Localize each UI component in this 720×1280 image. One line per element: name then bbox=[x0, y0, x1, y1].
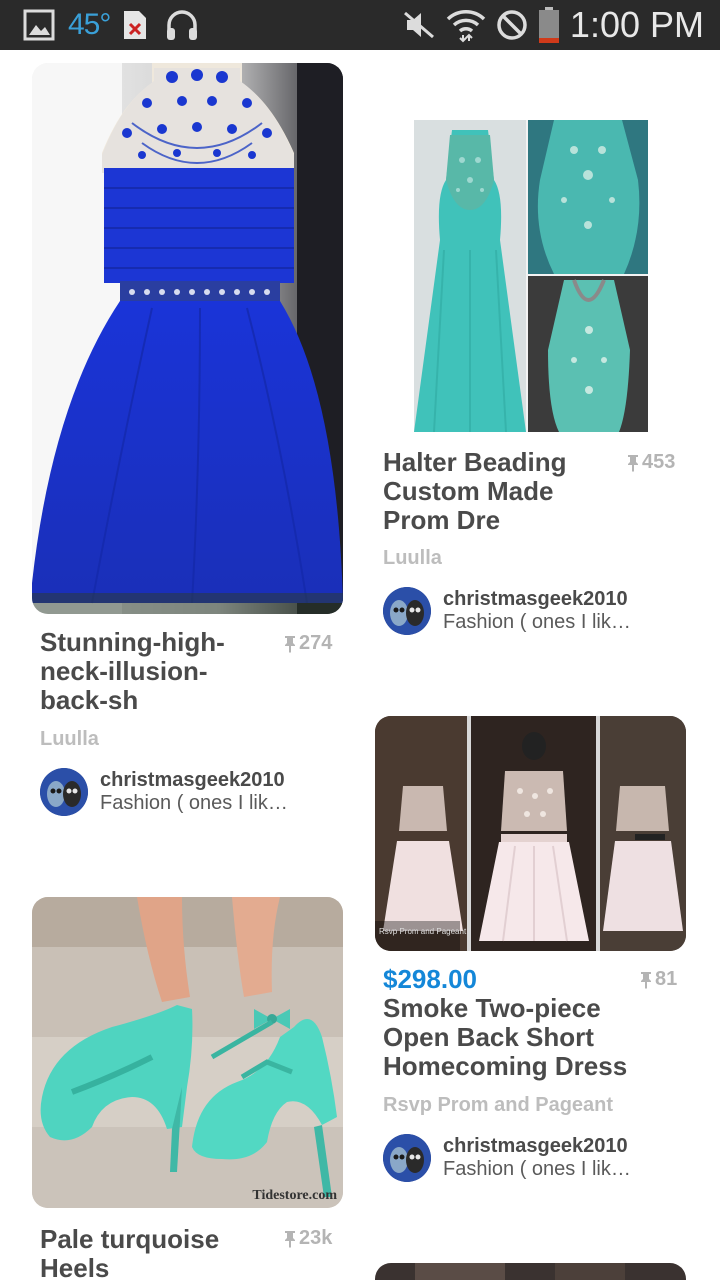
blocked-icon bbox=[496, 0, 528, 50]
pin-image-royal-blue-dress[interactable] bbox=[32, 63, 343, 614]
file-error-icon bbox=[122, 0, 148, 50]
headphones-icon bbox=[164, 0, 200, 50]
pinner-attribution[interactable]: christmasgeek2010 Fashion ( ones I lik… bbox=[383, 587, 631, 635]
pin-title[interactable]: Pale turquoise Heels bbox=[40, 1225, 275, 1280]
status-bar: 45° 1:00 PM bbox=[0, 0, 720, 50]
pin-icon bbox=[285, 1230, 295, 1248]
image-watermark-text: Rsvp Prom and Pageant bbox=[379, 927, 467, 936]
repin-count-value: 453 bbox=[642, 451, 676, 473]
pinner-attribution[interactable]: christmasgeek2010 Fashion ( ones I lik… bbox=[383, 1134, 631, 1182]
pin-title[interactable]: Stunning-high- neck-illusion- back-sh bbox=[40, 628, 275, 715]
pin-icon bbox=[285, 635, 295, 653]
pin-feed[interactable]: Stunning-high- neck-illusion- back-sh 27… bbox=[0, 50, 720, 1280]
avatar[interactable] bbox=[40, 768, 88, 816]
repin-count: 81 bbox=[640, 968, 677, 991]
pin-image-turquoise-gown[interactable] bbox=[414, 120, 648, 432]
avatar[interactable] bbox=[383, 587, 431, 635]
gallery-icon bbox=[22, 0, 56, 50]
pin-source[interactable]: Luulla bbox=[383, 547, 442, 570]
repin-count: 274 bbox=[284, 632, 332, 655]
repin-count: 453 bbox=[627, 451, 675, 474]
pin-icon bbox=[628, 454, 638, 472]
pin-icon bbox=[641, 971, 651, 989]
pin-source[interactable]: Luulla bbox=[40, 728, 99, 751]
repin-count: 23k bbox=[284, 1227, 332, 1250]
pinner-attribution[interactable]: christmasgeek2010 Fashion ( ones I lik… bbox=[40, 768, 288, 816]
pin-title[interactable]: Halter Beading Custom Made Prom Dre bbox=[383, 448, 613, 535]
pinner-name[interactable]: christmasgeek2010 bbox=[100, 769, 288, 792]
pinner-name[interactable]: christmasgeek2010 bbox=[443, 1135, 631, 1158]
pin-image-turquoise-heels[interactable]: Tidestore.com bbox=[32, 897, 343, 1208]
battery-icon bbox=[538, 0, 560, 50]
pin-title[interactable]: Smoke Two-piece Open Back Short Homecomi… bbox=[383, 994, 683, 1081]
wifi-icon bbox=[446, 0, 486, 50]
pin-image-two-piece-dress[interactable]: Rsvp Prom and Pageant bbox=[375, 716, 686, 951]
pin-price[interactable]: $298.00 bbox=[383, 964, 477, 995]
board-name[interactable]: Fashion ( ones I lik… bbox=[443, 611, 631, 634]
temperature-readout: 45° bbox=[68, 8, 111, 41]
repin-count-value: 81 bbox=[655, 968, 678, 990]
board-name[interactable]: Fashion ( ones I lik… bbox=[443, 1158, 631, 1181]
mute-icon bbox=[402, 0, 436, 50]
pinner-name[interactable]: christmasgeek2010 bbox=[443, 588, 631, 611]
image-watermark: Tidestore.com bbox=[252, 1188, 337, 1203]
repin-count-value: 23k bbox=[299, 1227, 333, 1249]
repin-count-value: 274 bbox=[299, 632, 333, 654]
pin-image-next[interactable] bbox=[375, 1263, 686, 1280]
pin-source[interactable]: Rsvp Prom and Pageant bbox=[383, 1094, 613, 1117]
clock: 1:00 PM bbox=[569, 4, 704, 45]
avatar[interactable] bbox=[383, 1134, 431, 1182]
board-name[interactable]: Fashion ( ones I lik… bbox=[100, 792, 288, 815]
